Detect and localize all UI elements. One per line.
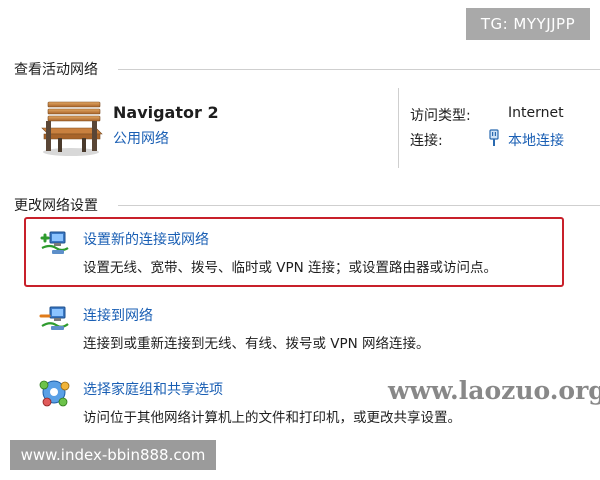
setup-new-connection-description: 设置无线、宽带、拨号、临时或 VPN 连接；或设置路由器或访问点。 xyxy=(83,260,498,276)
active-networks-divider xyxy=(118,69,600,70)
url-watermark: www.index-bbin888.com xyxy=(10,440,216,470)
connection-label: 连接: xyxy=(410,133,443,149)
setup-new-connection-link[interactable]: 设置新的连接或网络 xyxy=(83,229,209,249)
change-settings-heading: 更改网络设置 xyxy=(14,198,98,214)
connect-to-network-link[interactable]: 连接到网络 xyxy=(83,305,153,325)
connect-to-network-icon xyxy=(38,302,70,334)
homegroup-sharing-icon xyxy=(38,376,70,408)
new-connection-icon xyxy=(38,226,70,258)
active-networks-heading: 查看活动网络 xyxy=(14,62,98,78)
url-watermark-text: www.index-bbin888.com xyxy=(20,446,206,464)
access-type-label: 访问类型: xyxy=(410,108,471,124)
ethernet-connection-icon xyxy=(488,129,500,147)
highlight-box xyxy=(24,217,564,287)
public-network-bench-icon xyxy=(38,98,104,158)
tg-watermark: TG: MYYJJPP xyxy=(466,8,590,40)
homegroup-sharing-link[interactable]: 选择家庭组和共享选项 xyxy=(83,379,223,399)
network-name: Navigator 2 xyxy=(113,103,219,122)
tg-watermark-text: TG: MYYJJPP xyxy=(480,15,576,33)
connect-to-network-description: 连接到或重新连接到无线、有线、拨号或 VPN 网络连接。 xyxy=(83,336,430,352)
change-settings-divider xyxy=(118,205,600,206)
network-type-link[interactable]: 公用网络 xyxy=(113,128,169,148)
site-watermark: www.laozuo.org xyxy=(388,376,600,405)
active-networks-vertical-divider xyxy=(398,88,399,168)
homegroup-sharing-description: 访问位于其他网络计算机上的文件和打印机，或更改共享设置。 xyxy=(83,410,461,426)
access-type-value: Internet xyxy=(508,105,564,121)
local-connection-link[interactable]: 本地连接 xyxy=(508,130,564,150)
